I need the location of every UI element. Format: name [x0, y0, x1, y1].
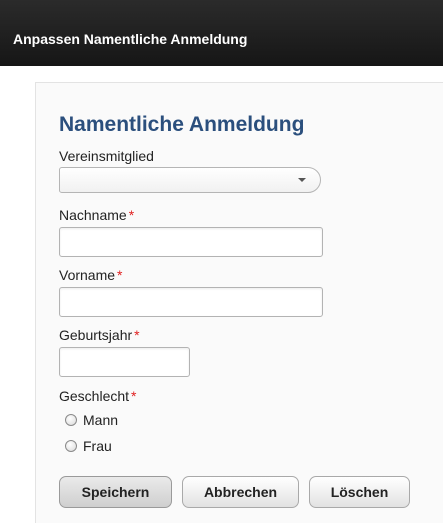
birthyear-label-text: Geburtsjahr	[59, 327, 133, 343]
lastname-label: Nachname *	[59, 207, 134, 223]
form-title: Namentliche Anmeldung	[59, 113, 305, 136]
title-bar: Anpassen Namentliche Anmeldung	[0, 0, 443, 66]
radio-label-mann[interactable]: Mann	[83, 412, 118, 428]
firstname-label-text: Vorname	[59, 267, 116, 283]
required-marker: *	[117, 267, 123, 283]
lastname-label-text: Nachname	[59, 207, 127, 223]
delete-button[interactable]: Löschen	[309, 476, 410, 508]
lastname-input[interactable]	[59, 227, 323, 257]
save-button[interactable]: Speichern	[59, 476, 172, 508]
radio-button-frau[interactable]	[65, 440, 77, 452]
birthyear-label: Geburtsjahr *	[59, 327, 140, 343]
member-label: Vereinsmitglied	[59, 148, 154, 164]
birthyear-input[interactable]	[59, 347, 190, 377]
cancel-button[interactable]: Abbrechen	[182, 476, 299, 508]
gender-label: Geschlecht *	[59, 388, 137, 404]
required-marker: *	[128, 207, 135, 223]
required-marker: *	[131, 388, 137, 404]
radio-label-frau[interactable]: Frau	[83, 438, 112, 454]
member-label-text: Vereinsmitglied	[59, 148, 154, 164]
firstname-input[interactable]	[59, 287, 323, 317]
radio-button-mann[interactable]	[65, 414, 77, 426]
member-select[interactable]	[59, 167, 321, 193]
gender-label-text: Geschlecht	[59, 388, 130, 404]
chevron-down-icon	[298, 178, 306, 182]
required-marker: *	[134, 327, 140, 343]
window-title: Anpassen Namentliche Anmeldung	[13, 31, 248, 47]
firstname-label: Vorname *	[59, 267, 123, 283]
